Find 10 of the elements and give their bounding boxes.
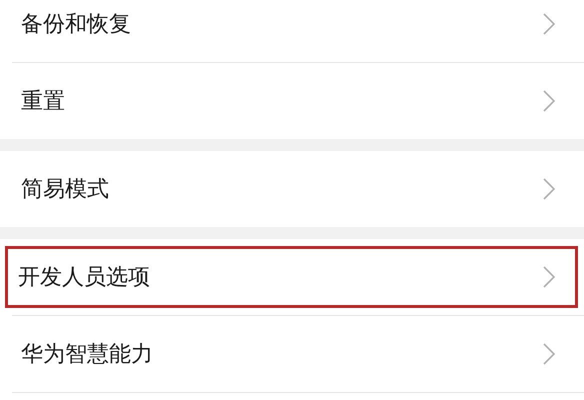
chevron-icon: [543, 178, 555, 200]
settings-item[interactable]: 重置: [18, 63, 578, 139]
chevron-icon: [543, 13, 555, 35]
settings-item[interactable]: 简易模式: [18, 151, 578, 227]
chevron-icon: [543, 266, 555, 288]
chevron-icon: [543, 90, 555, 112]
chevron-icon: [543, 343, 555, 365]
settings-item[interactable]: 华为智慧能力: [18, 316, 578, 392]
settings-item[interactable]: 开发人员选项: [5, 246, 578, 308]
settings-item[interactable]: 备份和恢复: [18, 0, 578, 62]
